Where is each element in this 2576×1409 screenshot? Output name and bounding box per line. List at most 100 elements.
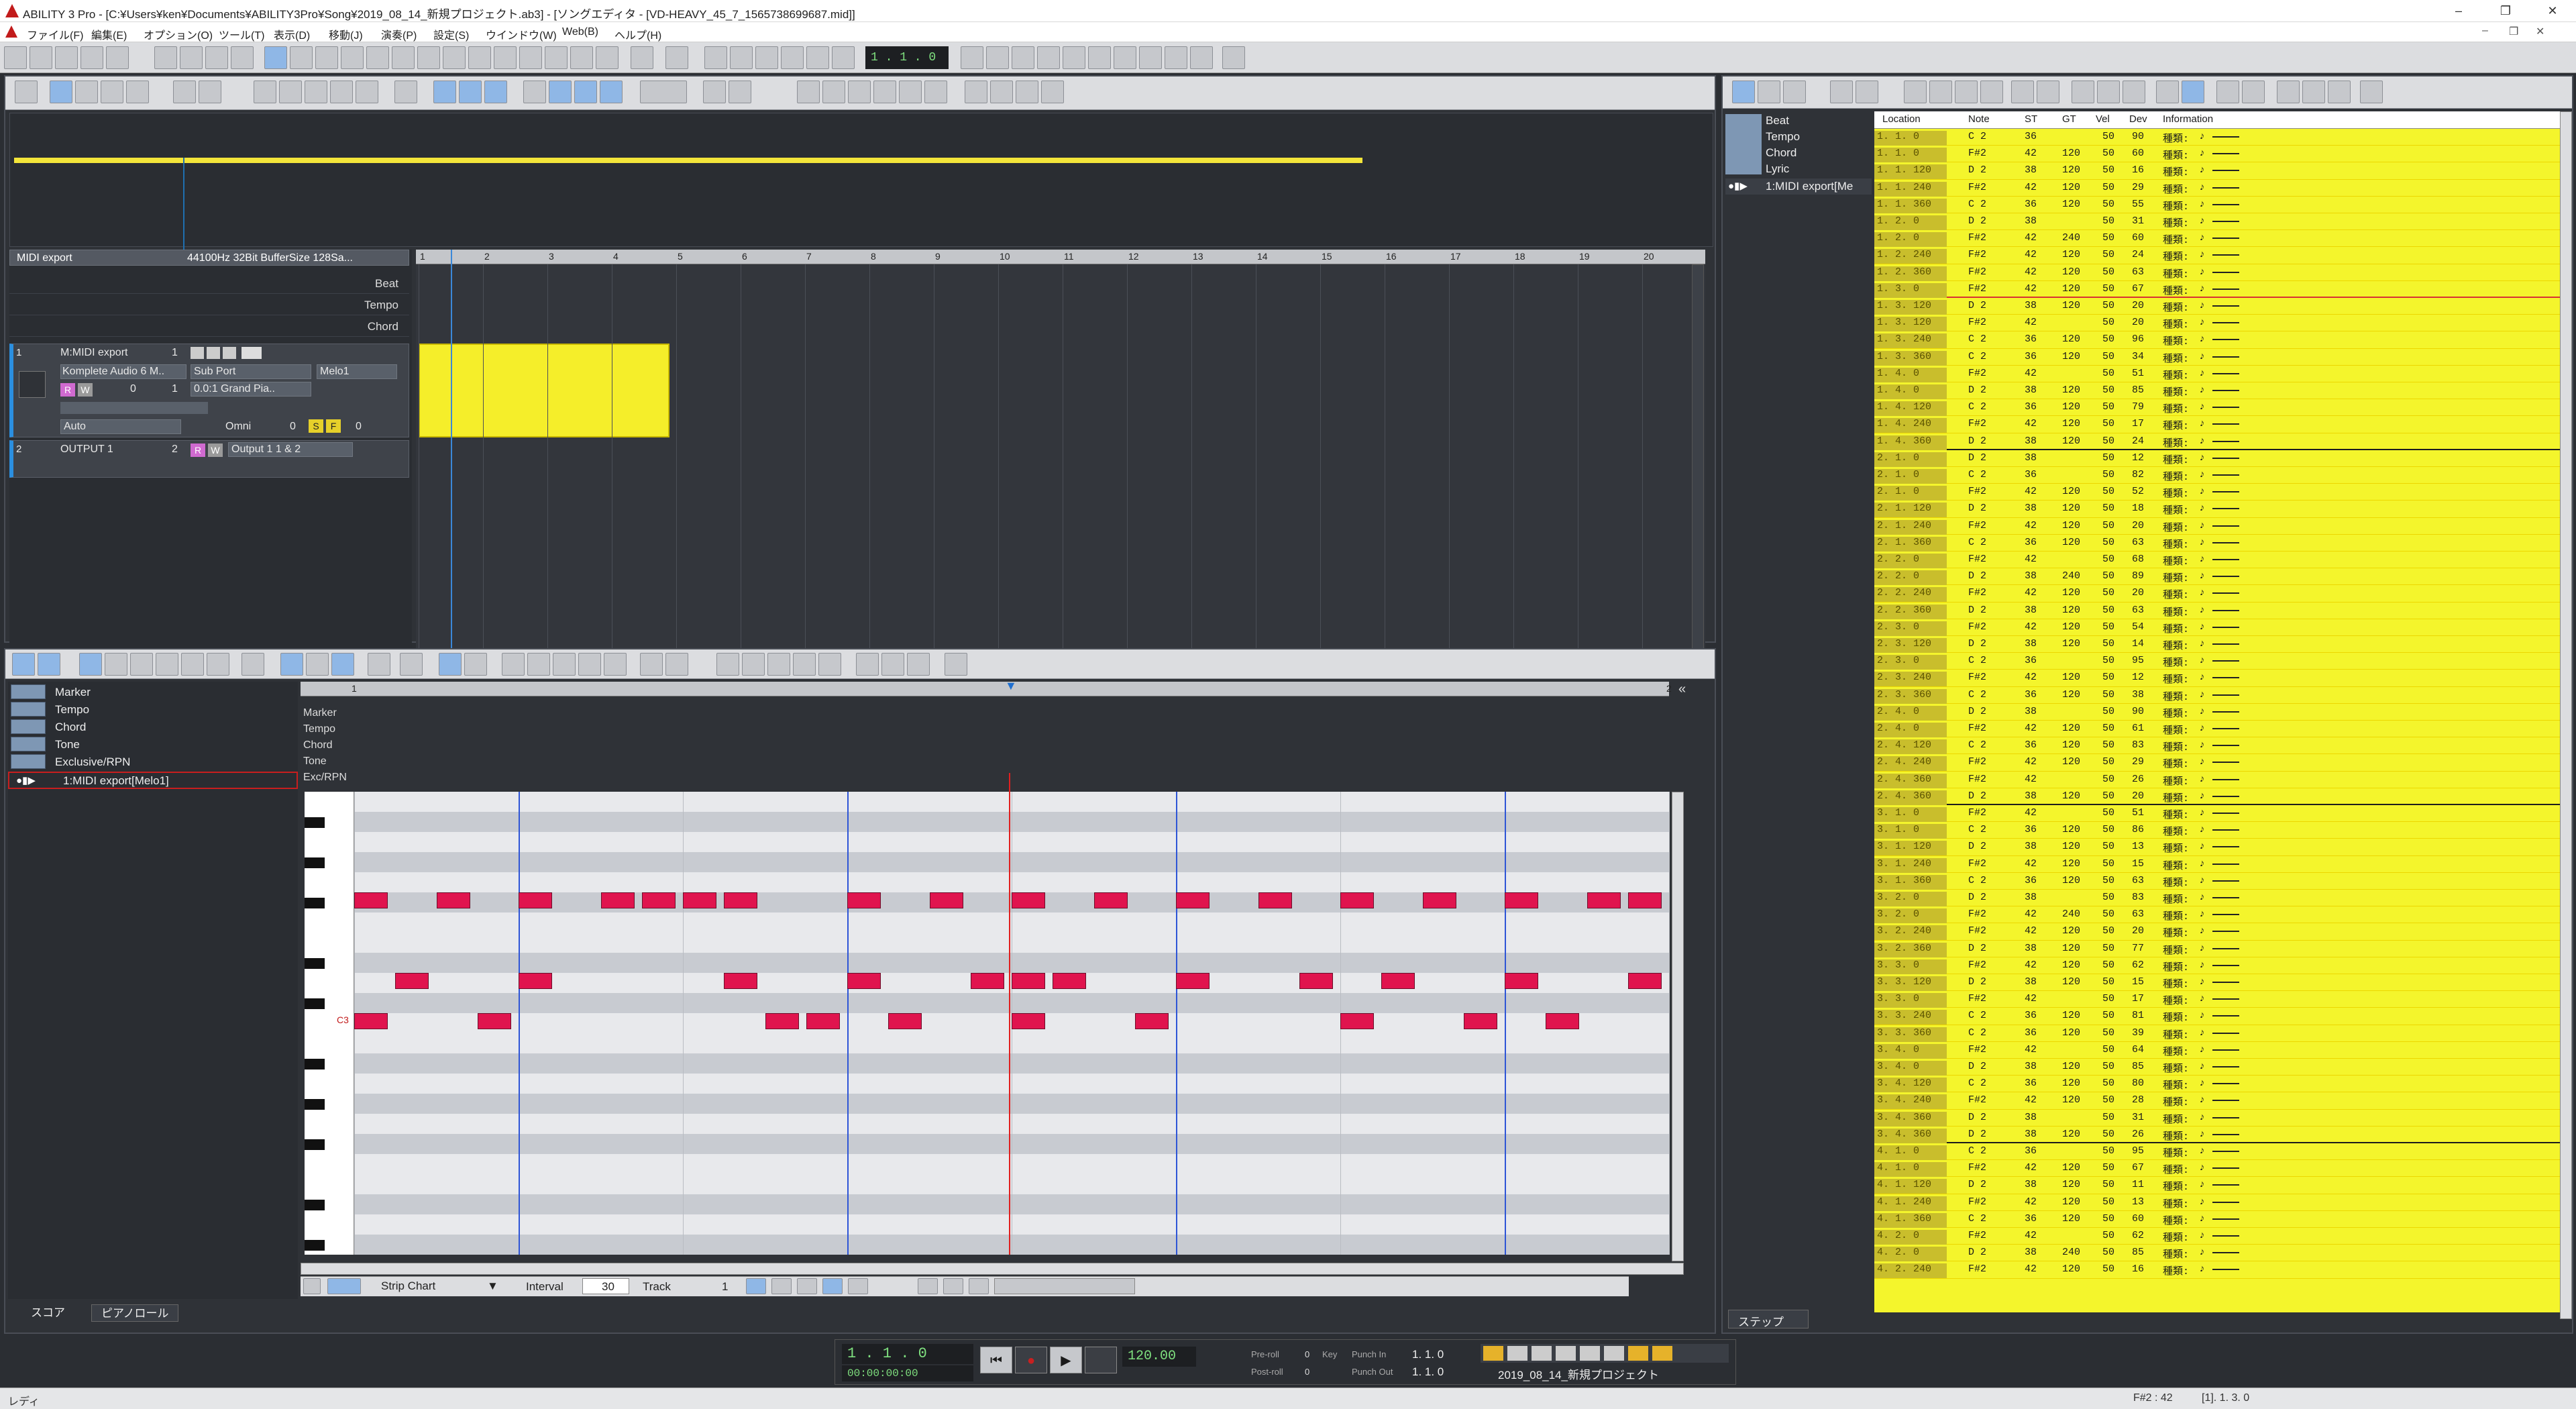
event-row[interactable]: 1. 3. 0 F#2 42 120 50 67 種類: ♪ xyxy=(1874,281,2572,298)
pr-snap-icon[interactable] xyxy=(280,653,303,676)
black-key[interactable] xyxy=(305,817,325,828)
black-key[interactable] xyxy=(305,898,325,908)
event-row[interactable]: 1. 2. 240 F#2 42 120 50 24 種類: ♪ xyxy=(1874,247,2572,264)
pr-step-icon[interactable] xyxy=(38,653,60,676)
doc-restore-button[interactable]: ❐ xyxy=(2509,25,2518,38)
solo-icon[interactable] xyxy=(191,347,204,359)
note-block[interactable] xyxy=(847,973,881,989)
mixer-icon[interactable] xyxy=(180,46,203,69)
event-row[interactable]: 2. 1. 0 F#2 42 120 50 52 種類: ♪ xyxy=(1874,484,2572,501)
playlist-icon[interactable] xyxy=(596,46,619,69)
event-row[interactable]: 1. 1. 0 F#2 42 120 50 60 種類: ♪ xyxy=(1874,146,2572,163)
song-editor-icon[interactable] xyxy=(264,46,287,69)
track-1-header[interactable]: 1 M:MIDI export 1 Komplete Audio 6 M.. S… xyxy=(9,344,409,437)
punch-toggle-icon[interactable] xyxy=(1507,1346,1527,1361)
save-icon[interactable] xyxy=(55,46,78,69)
device-field[interactable]: Komplete Audio 6 M.. xyxy=(60,364,186,379)
note-block[interactable] xyxy=(436,892,470,908)
pr-value-field[interactable] xyxy=(994,1278,1135,1294)
punch-in-value[interactable]: 1. 1. 0 xyxy=(1412,1348,1444,1361)
event-row[interactable]: 3. 3. 240 C 2 36 120 50 81 種類: ♪ xyxy=(1874,1008,2572,1025)
note-block[interactable] xyxy=(1176,892,1210,908)
ev-tool-b-icon[interactable] xyxy=(1783,81,1806,103)
ev-paste-icon[interactable] xyxy=(1955,81,1978,103)
beat-icon[interactable] xyxy=(494,46,517,69)
stop-icon[interactable] xyxy=(781,46,804,69)
col-vel[interactable]: Vel xyxy=(2096,113,2110,125)
note-block[interactable] xyxy=(1627,892,1662,908)
pr-delete-icon[interactable] xyxy=(793,653,816,676)
event-row[interactable]: 1. 3. 240 C 2 36 120 50 96 種類: ♪ xyxy=(1874,331,2572,349)
ev-tool-j-icon[interactable] xyxy=(2242,81,2265,103)
event-row[interactable]: 1. 2. 0D 2 38 50 31 種類: ♪ xyxy=(1874,213,2572,231)
note-32nd-icon[interactable] xyxy=(207,653,229,676)
tool-l-icon[interactable] xyxy=(703,81,726,103)
tool-j-icon[interactable] xyxy=(1190,46,1213,69)
menu-help[interactable]: ヘルプ(H) xyxy=(614,26,661,42)
pr-grid-icon[interactable] xyxy=(12,653,35,676)
tool-k-icon[interactable] xyxy=(1222,46,1245,69)
tool-u-icon[interactable] xyxy=(990,81,1013,103)
note-block[interactable] xyxy=(806,1013,840,1029)
event-row[interactable]: 4. 2. 0D 2 38 240 50 85 種類: ♪ xyxy=(1874,1245,2572,1262)
pr-tool-e-icon[interactable] xyxy=(553,653,576,676)
tool-r-icon[interactable] xyxy=(899,81,922,103)
velocity-value[interactable]: 0 xyxy=(290,421,296,433)
note-block[interactable] xyxy=(970,973,1004,989)
tool-e-icon[interactable] xyxy=(1063,46,1085,69)
note-block[interactable] xyxy=(724,973,758,989)
doc-close-button[interactable]: ✕ xyxy=(2536,25,2544,38)
tab-piano-roll[interactable]: ピアノロール xyxy=(91,1304,179,1322)
event-row[interactable]: 3. 1. 360 C 2 36 120 50 63 種類: ♪ xyxy=(1874,873,2572,890)
track-1-write-button[interactable]: W xyxy=(78,383,93,397)
tool-g-icon[interactable] xyxy=(1114,46,1136,69)
curve-a-icon[interactable] xyxy=(746,1278,766,1294)
pr-copy-icon[interactable] xyxy=(742,653,765,676)
event-row[interactable]: 3. 3. 360 C 2 36 120 50 39 種類: ♪ xyxy=(1874,1025,2572,1042)
snap-icon[interactable] xyxy=(523,81,546,103)
ev-erase-icon[interactable] xyxy=(2011,81,2034,103)
note-quarter-icon[interactable] xyxy=(130,653,153,676)
event-row[interactable]: 4. 1. 360 C 2 36 120 50 60 種類: ♪ xyxy=(1874,1211,2572,1228)
open-file-icon[interactable] xyxy=(30,46,52,69)
curve-d-icon[interactable] xyxy=(822,1278,843,1294)
track-1-read-button[interactable]: R xyxy=(60,383,75,397)
ev-redo-icon[interactable] xyxy=(1856,81,1878,103)
pr-tool-g-icon[interactable] xyxy=(604,653,627,676)
mute-toggle-icon[interactable] xyxy=(1652,1346,1672,1361)
pr-view-toggle-icon[interactable] xyxy=(303,1278,321,1294)
cycle-toggle-icon[interactable] xyxy=(1532,1346,1552,1361)
song-play-icon[interactable] xyxy=(15,81,38,103)
list-c-icon[interactable] xyxy=(969,1278,989,1294)
postroll-value[interactable]: 0 xyxy=(1305,1367,1309,1377)
menu-view[interactable]: 表示(D) xyxy=(274,26,310,42)
pr-track-play-icon[interactable]: ●▮▶ xyxy=(16,774,36,786)
note-block[interactable] xyxy=(1012,1013,1045,1029)
rewind-button[interactable]: ⏮ xyxy=(980,1347,1012,1373)
tool-m-icon[interactable] xyxy=(729,81,751,103)
note-block[interactable] xyxy=(641,892,676,908)
ev-tool-a-icon[interactable] xyxy=(1758,81,1780,103)
event-row[interactable]: 2. 3. 0 F#2 42 120 50 54 種類: ♪ xyxy=(1874,619,2572,636)
event-row[interactable]: 3. 4. 0 F#2 42 50 64 種類: ♪ xyxy=(1874,1042,2572,1059)
event-row[interactable]: 4. 1. 0 F#2 42 120 50 67 種類: ♪ xyxy=(1874,1160,2572,1178)
new-file-icon[interactable] xyxy=(4,46,27,69)
stop-button[interactable] xyxy=(1085,1347,1117,1373)
ev-cut-icon[interactable] xyxy=(1904,81,1927,103)
song-overview[interactable] xyxy=(9,113,1713,278)
event-row[interactable]: 3. 3. 120 D 2 38 120 50 15 種類: ♪ xyxy=(1874,974,2572,992)
triplet-icon[interactable] xyxy=(241,653,264,676)
black-key[interactable] xyxy=(305,1099,325,1110)
track-value[interactable]: 1 xyxy=(722,1280,728,1294)
pr-row-chord[interactable]: Chord xyxy=(55,719,86,735)
solo-s-icon[interactable] xyxy=(223,347,236,359)
event-row[interactable]: 3. 4. 0D 2 38 120 50 85 種類: ♪ xyxy=(1874,1059,2572,1076)
event-row[interactable]: 2. 2. 0 F#2 42 50 68 種類: ♪ xyxy=(1874,552,2572,569)
tab-score[interactable]: スコア xyxy=(21,1304,74,1322)
black-key[interactable] xyxy=(305,1059,325,1069)
record-setup-icon[interactable] xyxy=(205,46,228,69)
menu-web[interactable]: Web(B) xyxy=(562,26,598,38)
overview-range-bar[interactable] xyxy=(14,158,1362,163)
note-block[interactable] xyxy=(519,973,552,989)
omni-label[interactable]: Omni xyxy=(225,421,251,433)
